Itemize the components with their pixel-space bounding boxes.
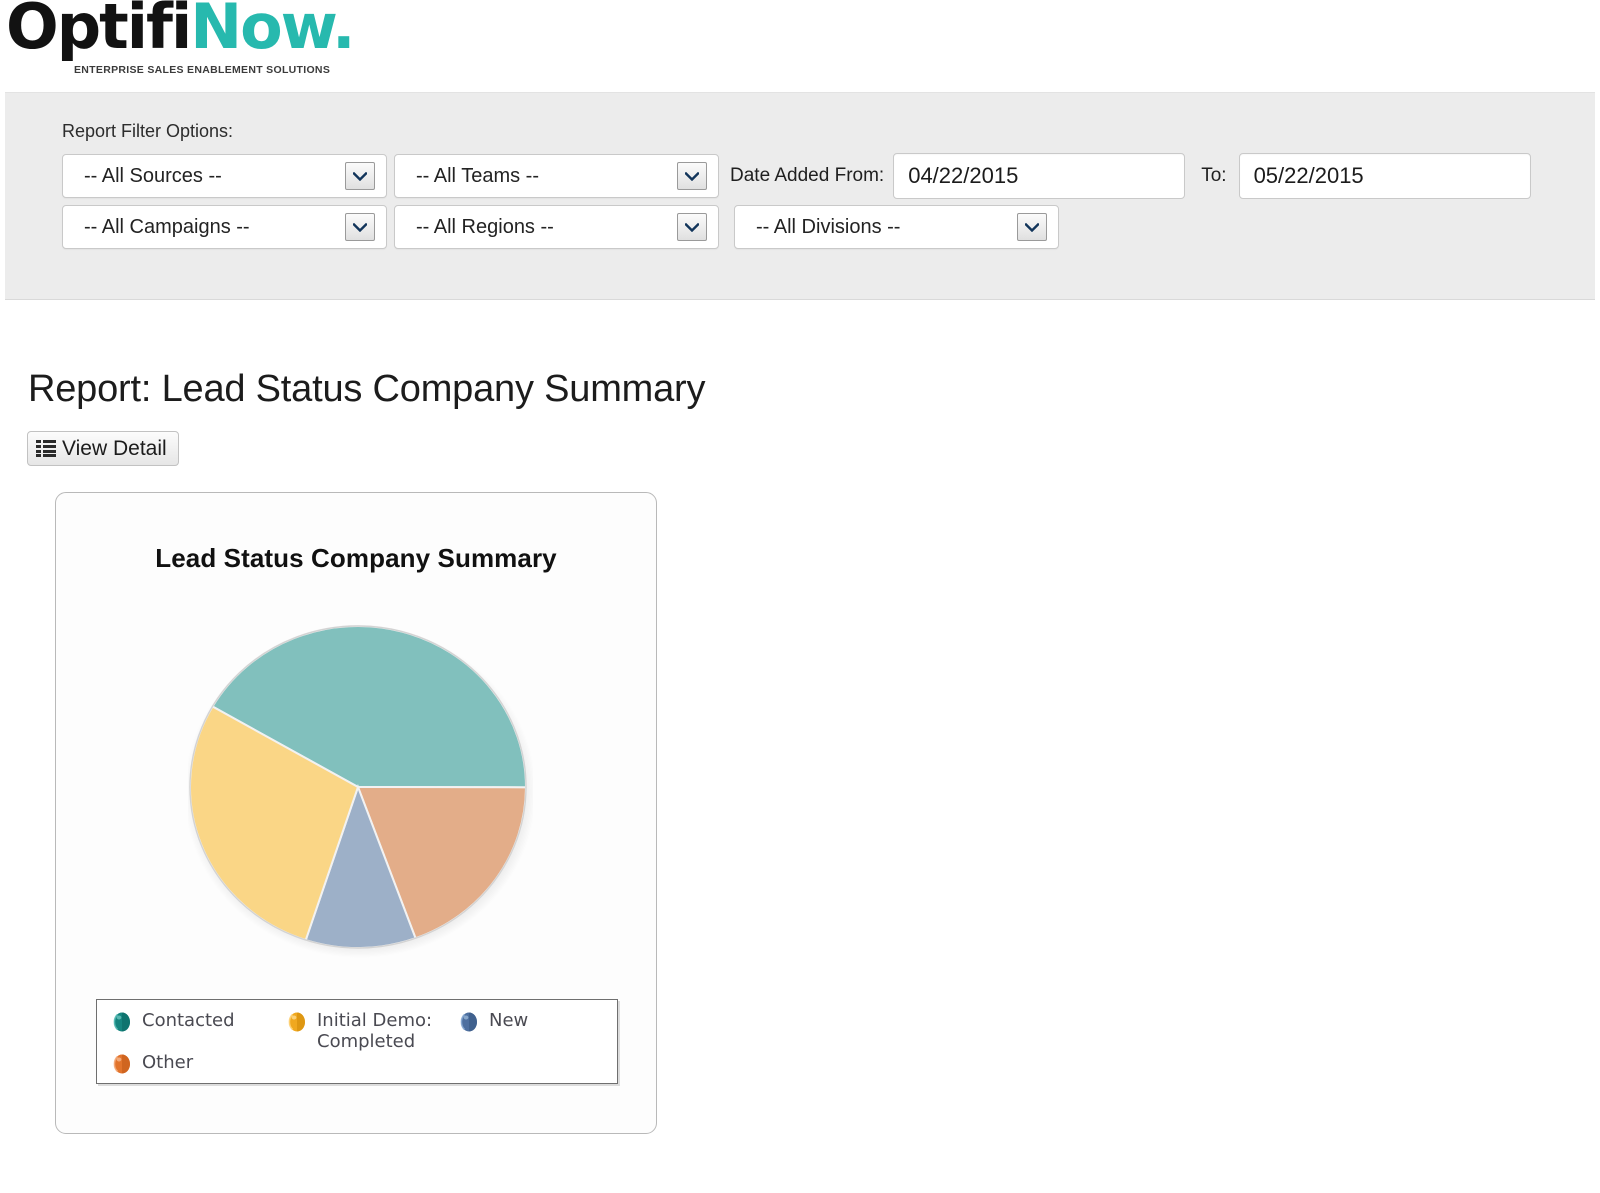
filter-row-top: -- All Sources -- -- All Teams -- Date A… bbox=[62, 153, 1531, 199]
report-filter-panel: Report Filter Options: -- All Sources --… bbox=[5, 92, 1595, 300]
select-teams-value: -- All Teams -- bbox=[416, 164, 539, 187]
legend-item-contacted[interactable]: Contacted bbox=[111, 1010, 286, 1052]
date-from-input[interactable] bbox=[893, 153, 1186, 199]
pie-chart-svg bbox=[188, 625, 533, 958]
logo-tagline: ENTERPRISE SALES ENABLEMENT SOLUTIONS bbox=[74, 64, 331, 76]
date-added-from-label: Date Added From: bbox=[730, 165, 885, 186]
logo-text-optifi: Optifi bbox=[6, 0, 192, 63]
select-divisions[interactable]: -- All Divisions -- bbox=[734, 205, 1059, 249]
sphere-blue-icon bbox=[458, 1011, 480, 1033]
legend-item-initial-demo-completed[interactable]: Initial Demo: Completed bbox=[286, 1010, 458, 1052]
chart-legend: Contacted Initial Demo: Completed New Ot… bbox=[96, 999, 618, 1085]
chevron-down-icon[interactable] bbox=[345, 213, 375, 241]
select-divisions-value: -- All Divisions -- bbox=[756, 215, 901, 238]
list-icon bbox=[36, 440, 56, 457]
brand-logo: OptifiNow. ENTERPRISE SALES ENABLEMENT S… bbox=[0, 0, 400, 88]
chart-card: Lead Status Company Summary Contacted In… bbox=[55, 492, 657, 1134]
chevron-down-icon[interactable] bbox=[677, 162, 707, 190]
legend-item-new[interactable]: New bbox=[458, 1010, 618, 1052]
sphere-gold-icon bbox=[286, 1011, 308, 1033]
select-regions[interactable]: -- All Regions -- bbox=[394, 205, 719, 249]
legend-label: Contacted bbox=[142, 1010, 235, 1031]
chevron-down-icon[interactable] bbox=[345, 162, 375, 190]
select-campaigns[interactable]: -- All Campaigns -- bbox=[62, 205, 387, 249]
pie-slices bbox=[189, 625, 528, 949]
select-sources-value: -- All Sources -- bbox=[84, 164, 222, 187]
page-title: Report: Lead Status Company Summary bbox=[28, 368, 706, 410]
filter-row-bottom: -- All Campaigns -- -- All Regions -- --… bbox=[62, 205, 1066, 249]
chevron-down-icon[interactable] bbox=[1017, 213, 1047, 241]
chevron-down-icon[interactable] bbox=[677, 213, 707, 241]
filter-options-label: Report Filter Options: bbox=[62, 121, 234, 141]
date-to-input[interactable] bbox=[1238, 153, 1531, 199]
logo-wordmark: OptifiNow. bbox=[6, 0, 356, 58]
legend-grid: Contacted Initial Demo: Completed New Ot… bbox=[97, 1010, 617, 1075]
pie-chart bbox=[188, 624, 533, 964]
sphere-teal-icon bbox=[111, 1011, 133, 1033]
legend-item-other[interactable]: Other bbox=[111, 1052, 286, 1075]
date-to-label: To: bbox=[1201, 165, 1227, 186]
select-campaigns-value: -- All Campaigns -- bbox=[84, 215, 250, 238]
select-teams[interactable]: -- All Teams -- bbox=[394, 154, 719, 198]
legend-label: New bbox=[489, 1010, 529, 1031]
select-regions-value: -- All Regions -- bbox=[416, 215, 554, 238]
logo-dot: . bbox=[332, 0, 356, 63]
chart-title: Lead Status Company Summary bbox=[155, 543, 557, 573]
view-detail-label: View Detail bbox=[62, 436, 167, 460]
select-sources[interactable]: -- All Sources -- bbox=[62, 154, 387, 198]
legend-label: Initial Demo: Completed bbox=[317, 1010, 433, 1053]
legend-label: Other bbox=[142, 1052, 194, 1074]
view-detail-button[interactable]: View Detail bbox=[27, 431, 179, 466]
logo-text-now: Now bbox=[190, 0, 334, 63]
sphere-orange-icon bbox=[111, 1053, 133, 1075]
